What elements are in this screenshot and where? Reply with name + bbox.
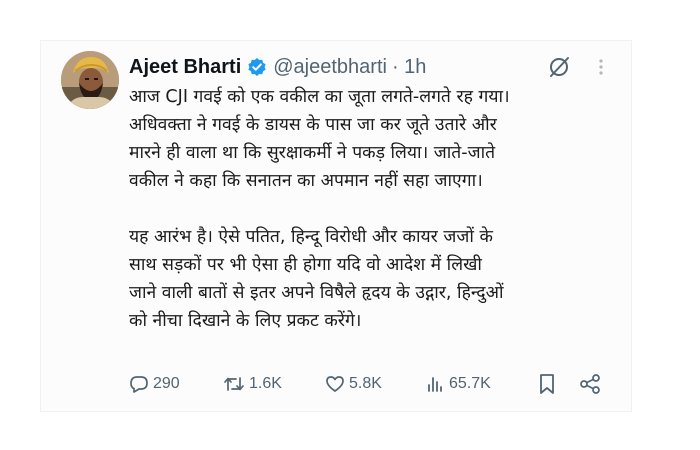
tweet-line: को नीचा दिखाने के लिए प्रकट करेंगे। (129, 311, 362, 331)
tweet-card: Ajeet Bharti @ajeetbharti · 1h आज CJI गव… (41, 41, 631, 411)
tweet-screenshot: Ajeet Bharti @ajeetbharti · 1h आज CJI गव… (40, 40, 632, 412)
reply-button[interactable]: 290 (129, 371, 180, 397)
tweet-line: मारने ही वाला था कि सुरक्षाकर्मी ने पकड़… (129, 143, 496, 163)
tweet-line: यह आरंभ है। ऐसे पतित, हिन्दू विरोधी और क… (129, 227, 493, 247)
views-count: 65.7K (449, 375, 491, 392)
author-handle[interactable]: @ajeetbharti (273, 56, 387, 79)
views-icon (428, 377, 442, 392)
tweet-header: Ajeet Bharti @ajeetbharti · 1h (129, 53, 615, 81)
author-name[interactable]: Ajeet Bharti (129, 56, 241, 79)
repost-icon (224, 377, 244, 391)
tweet-line: आज CJI गवई को एक वकील का जूता लगते-लगते … (129, 87, 510, 107)
tweet-line: अधिवक्ता ने गवई के डायस के पास जा कर जूत… (129, 115, 497, 135)
tweet-text: आज CJI गवई को एक वकील का जूता लगते-लगते … (129, 83, 629, 335)
action-bar: 290 1.6K 5.8K 65.7K (129, 371, 619, 397)
bookmark-icon (540, 374, 554, 394)
grok-icon[interactable] (547, 55, 571, 79)
bookmark-button[interactable] (537, 371, 557, 397)
tweet-line: जाने वाली बातों से इतर अपने विषैले हृदय … (129, 283, 504, 303)
repost-count: 1.6K (249, 375, 282, 392)
reply-icon (130, 376, 148, 393)
like-icon (326, 376, 344, 392)
share-icon (580, 374, 600, 394)
share-button[interactable] (579, 371, 601, 397)
repost-button[interactable]: 1.6K (223, 371, 282, 397)
like-count: 5.8K (349, 375, 382, 392)
tweet-line: साथ सड़कों पर भी ऐसा ही होगा यदि वो आदेश… (129, 255, 482, 275)
tweet-time[interactable]: · 1h (392, 56, 426, 79)
verified-badge-icon (247, 57, 267, 77)
views-button[interactable]: 65.7K (425, 371, 491, 397)
avatar[interactable] (61, 51, 119, 109)
more-icon[interactable] (597, 55, 605, 79)
reply-count: 290 (153, 375, 180, 392)
like-button[interactable]: 5.8K (325, 371, 382, 397)
tweet-line: वकील ने कहा कि सनातन का अपमान नहीं सहा ज… (129, 171, 483, 191)
